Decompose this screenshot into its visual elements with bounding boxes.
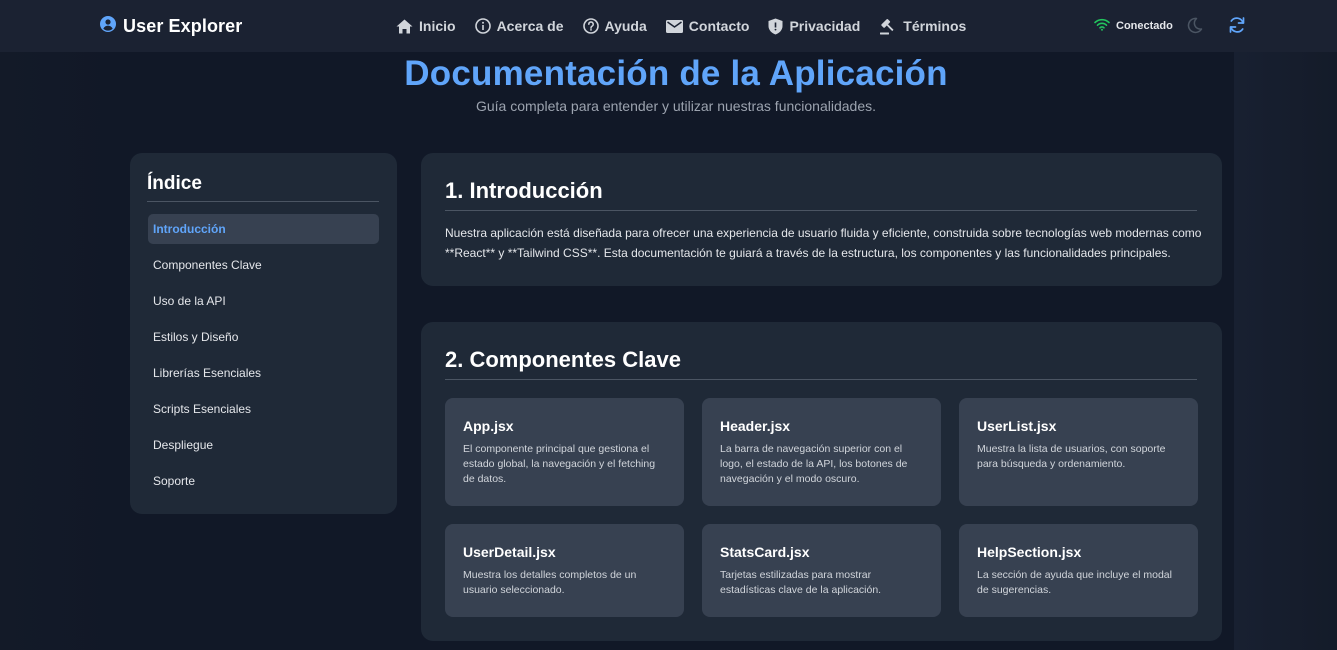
shield-icon: [768, 18, 783, 35]
nav-label: Inicio: [419, 18, 456, 34]
wifi-icon: [1094, 18, 1110, 34]
status-text: Conectado: [1116, 20, 1173, 32]
components-heading: 2. Componentes Clave: [445, 347, 681, 372]
nav-acerca-de[interactable]: Acerca de: [474, 18, 564, 34]
component-desc: Muestra los detalles completos de un usu…: [463, 569, 637, 596]
mail-icon: [665, 19, 683, 33]
component-card[interactable]: App.jsx El componente principal que gest…: [445, 398, 684, 506]
intro-section: 1. Introducción Nuestra aplicación está …: [421, 153, 1222, 286]
component-card[interactable]: Header.jsx La barra de navegación superi…: [702, 398, 941, 506]
component-desc: Tarjetas estilizadas para mostrar estadí…: [720, 569, 882, 596]
toc-item-soporte[interactable]: Soporte: [148, 466, 379, 496]
component-desc: La barra de navegación superior con el l…: [720, 443, 908, 485]
component-name: HelpSection.jsx: [977, 544, 1082, 560]
component-name: App.jsx: [463, 418, 514, 434]
api-status: Conectado: [1094, 0, 1173, 52]
nav-contacto[interactable]: Contacto: [665, 18, 750, 34]
nav-label: Contacto: [688, 18, 750, 34]
toc-item-librerias[interactable]: Librerías Esenciales: [148, 358, 379, 388]
page-title: Documentación de la Aplicación: [404, 54, 948, 93]
main-nav: Inicio Acerca de Ayuda Contacto Privacid…: [396, 0, 985, 52]
component-card[interactable]: UserList.jsx Muestra la lista de usuario…: [959, 398, 1198, 506]
toc-item-componentes-clave[interactable]: Componentes Clave: [148, 250, 379, 280]
nav-label: Privacidad: [789, 18, 861, 34]
toc-item-introduccion[interactable]: Introducción: [148, 214, 379, 244]
nav-label: Términos: [903, 18, 967, 34]
refresh-icon[interactable]: [1228, 16, 1246, 39]
component-desc: La sección de ayuda que incluye el modal…: [977, 569, 1172, 596]
nav-label: Ayuda: [604, 18, 647, 34]
intro-text: Nuestra aplicación está diseñada para of…: [445, 226, 1202, 260]
nav-terminos[interactable]: Términos: [879, 18, 966, 35]
components-divider: [445, 379, 1197, 380]
component-name: UserList.jsx: [977, 418, 1057, 434]
toc-item-scripts[interactable]: Scripts Esenciales: [148, 394, 379, 424]
moon-icon[interactable]: [1186, 17, 1203, 39]
component-card[interactable]: HelpSection.jsx La sección de ayuda que …: [959, 524, 1198, 617]
toc-item-despliegue[interactable]: Despliegue: [148, 430, 379, 460]
page-subtitle: Guía completa para entender y utilizar n…: [475, 98, 876, 114]
intro-divider: [445, 210, 1197, 211]
component-desc: El componente principal que gestiona el …: [463, 443, 656, 485]
nav-ayuda[interactable]: Ayuda: [582, 18, 647, 34]
component-name: StatsCard.jsx: [720, 544, 810, 560]
home-icon: [396, 19, 413, 34]
toc-item-uso-api[interactable]: Uso de la API: [148, 286, 379, 316]
help-icon: [582, 18, 599, 34]
component-name: UserDetail.jsx: [463, 544, 556, 560]
gavel-icon: [879, 18, 897, 35]
brand[interactable]: User Explorer: [100, 0, 242, 52]
nav-privacidad[interactable]: Privacidad: [768, 18, 860, 35]
user-circle-icon: [100, 15, 116, 37]
left-background-band: [0, 52, 115, 650]
table-of-contents: Índice Introducción Componentes Clave Us…: [130, 153, 397, 514]
component-card[interactable]: StatsCard.jsx Tarjetas estilizadas para …: [702, 524, 941, 617]
top-navbar: User Explorer Inicio Acerca de Ayuda Con…: [0, 0, 1337, 52]
info-icon: [474, 18, 491, 34]
nav-label: Acerca de: [496, 18, 564, 34]
nav-inicio[interactable]: Inicio: [396, 18, 456, 34]
toc-title: Índice: [147, 173, 202, 194]
brand-title: User Explorer: [123, 15, 243, 36]
toc-list: Introducción Componentes Clave Uso de la…: [148, 214, 379, 502]
intro-heading: 1. Introducción: [445, 178, 603, 203]
toc-divider: [147, 201, 379, 202]
right-background-band: [1234, 52, 1337, 650]
component-desc: Muestra la lista de usuarios, con soport…: [977, 443, 1166, 470]
components-section: 2. Componentes Clave App.jsx El componen…: [421, 322, 1222, 641]
component-card[interactable]: UserDetail.jsx Muestra los detalles comp…: [445, 524, 684, 617]
component-name: Header.jsx: [720, 418, 791, 434]
toc-item-estilos-diseno[interactable]: Estilos y Diseño: [148, 322, 379, 352]
